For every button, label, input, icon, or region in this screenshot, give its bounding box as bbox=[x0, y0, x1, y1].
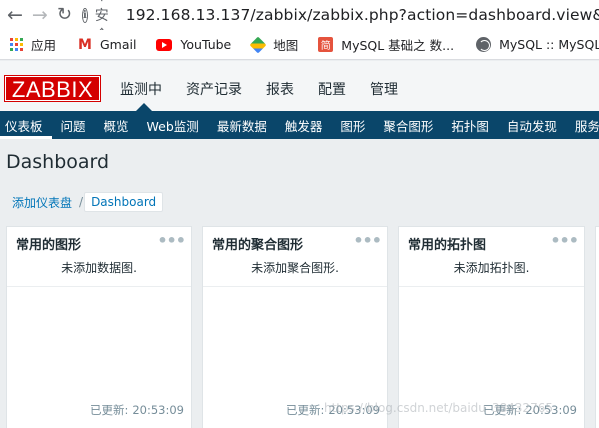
widget-menu-icon[interactable]: ••• bbox=[353, 233, 382, 249]
subnav-overview[interactable]: 概览 bbox=[95, 111, 138, 139]
widget-updated: 已更新: 20:53:09 bbox=[90, 402, 184, 418]
widget-header[interactable]: 常用的图形 ••• bbox=[7, 227, 191, 259]
bookmark-label: 应用 bbox=[31, 38, 57, 53]
bookmark-label: MySQL :: MySQL... bbox=[499, 37, 599, 52]
youtube-icon bbox=[156, 38, 173, 51]
browser-address-bar: ← → ↻ i 不安全 192.168.13.137/zabbix/zabbix… bbox=[0, 0, 599, 44]
widget-favourite-graphs: 常用的图形 ••• 未添加数据图. 已更新: 20:53:09 bbox=[6, 226, 192, 428]
bookmarks-bar: 应用 M Gmail YouTube 地图 简 MySQL 基础之 数... M… bbox=[0, 30, 599, 60]
subnav-triggers[interactable]: 触发器 bbox=[276, 111, 332, 139]
bookmark-mysql-docs[interactable]: MySQL :: MySQL... bbox=[476, 37, 599, 52]
widget-updated: 已更新: 20:53:09 bbox=[483, 402, 577, 418]
widget-header[interactable]: 常用的拓扑图 ••• bbox=[399, 227, 584, 259]
updated-time: 20:53:09 bbox=[132, 403, 184, 417]
globe-icon bbox=[476, 37, 492, 52]
subnav-problems[interactable]: 问题 bbox=[52, 111, 95, 139]
maps-icon bbox=[249, 36, 267, 53]
bookmark-apps[interactable]: 应用 bbox=[10, 35, 56, 54]
bookmark-label: Gmail bbox=[99, 37, 137, 52]
menu-monitoring[interactable]: 监测中 bbox=[120, 79, 162, 111]
reload-icon[interactable]: ↻ bbox=[57, 4, 72, 26]
bookmark-youtube[interactable]: YouTube bbox=[156, 37, 231, 52]
widget-partial bbox=[595, 226, 599, 428]
bookmark-label: MySQL 基础之 数... bbox=[341, 38, 455, 53]
sub-nav: 仪表板 问题 概览 Web监测 最新数据 触发器 图形 聚合图形 拓扑图 自动发… bbox=[0, 111, 599, 139]
breadcrumb-current[interactable]: Dashboard bbox=[84, 192, 164, 212]
subnav-maps[interactable]: 拓扑图 bbox=[442, 111, 498, 139]
updated-label: 已更新: bbox=[285, 403, 325, 417]
updated-label: 已更新: bbox=[482, 403, 522, 417]
widget-updated: 已更新: 20:53:09 bbox=[286, 402, 380, 418]
widget-menu-icon[interactable]: ••• bbox=[157, 233, 186, 249]
widget-title: 常用的拓扑图 bbox=[408, 237, 487, 253]
bookmark-gmail[interactable]: M Gmail bbox=[78, 37, 136, 53]
page-title: Dashboard bbox=[6, 151, 110, 173]
menu-administration[interactable]: 管理 bbox=[370, 79, 398, 99]
widget-empty-text: 未添加拓扑图. bbox=[399, 259, 584, 287]
widget-header[interactable]: 常用的聚合图形 ••• bbox=[203, 227, 387, 259]
bookmark-maps[interactable]: 地图 bbox=[249, 35, 299, 54]
subnav-latest-data[interactable]: 最新数据 bbox=[208, 111, 276, 139]
breadcrumb-dashboards-link[interactable]: 添加仪表盘 bbox=[6, 194, 78, 211]
subnav-services[interactable]: 服务 bbox=[566, 111, 599, 139]
bookmark-mysql-basics[interactable]: 简 MySQL 基础之 数... bbox=[318, 35, 454, 54]
menu-reports[interactable]: 报表 bbox=[266, 79, 294, 99]
updated-time: 20:53:09 bbox=[525, 403, 577, 417]
updated-label: 已更新: bbox=[89, 403, 129, 417]
widget-empty-text: 未添加数据图. bbox=[7, 259, 191, 287]
menu-inventory[interactable]: 资产记录 bbox=[186, 79, 242, 99]
breadcrumb-separator: / bbox=[79, 195, 84, 209]
info-icon[interactable]: i bbox=[81, 7, 88, 23]
zabbix-logo[interactable]: ZABBIX bbox=[4, 75, 101, 102]
forward-arrow-icon[interactable]: → bbox=[32, 4, 48, 26]
widget-title: 常用的聚合图形 bbox=[212, 237, 304, 253]
apps-grid-icon bbox=[10, 38, 23, 51]
bookmark-label: YouTube bbox=[180, 37, 232, 52]
updated-time: 20:53:09 bbox=[328, 403, 380, 417]
subnav-discovery[interactable]: 自动发现 bbox=[498, 111, 566, 139]
url-field[interactable]: 192.168.13.137/zabbix/zabbix.php?action=… bbox=[126, 6, 599, 24]
gmail-icon: M bbox=[78, 36, 92, 53]
subnav-dashboard[interactable]: 仪表板 bbox=[0, 111, 52, 139]
widget-title: 常用的图形 bbox=[16, 237, 82, 253]
menu-configuration[interactable]: 配置 bbox=[318, 79, 346, 99]
widget-menu-icon[interactable]: ••• bbox=[550, 233, 579, 249]
subnav-web[interactable]: Web监测 bbox=[138, 111, 208, 139]
bookmark-label: 地图 bbox=[273, 38, 299, 53]
widget-favourite-screens: 常用的聚合图形 ••• 未添加聚合图形. 已更新: 20:53:09 bbox=[202, 226, 388, 428]
subnav-screens[interactable]: 聚合图形 bbox=[374, 111, 442, 139]
main-menu: 监测中 资产记录 报表 配置 管理 bbox=[120, 79, 422, 111]
breadcrumb: 添加仪表盘 / Dashboard bbox=[6, 191, 164, 213]
widget-favourite-maps: 常用的拓扑图 ••• 未添加拓扑图. 已更新: 20:53:09 bbox=[398, 226, 585, 428]
back-arrow-icon[interactable]: ← bbox=[7, 4, 23, 26]
subnav-graphs[interactable]: 图形 bbox=[331, 111, 374, 139]
jian-icon: 简 bbox=[318, 37, 334, 52]
widget-empty-text: 未添加聚合图形. bbox=[203, 259, 387, 287]
zabbix-header: ZABBIX 监测中 资产记录 报表 配置 管理 bbox=[0, 61, 599, 111]
